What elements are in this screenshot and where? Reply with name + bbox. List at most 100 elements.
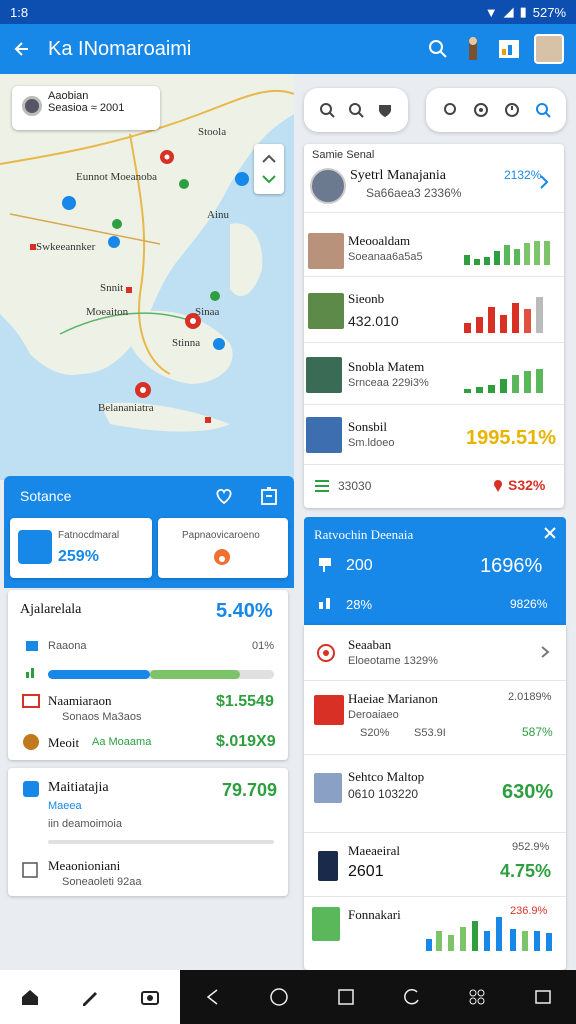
search-filter-pill[interactable] bbox=[304, 88, 408, 132]
summary-box[interactable]: Fatnocdmaral 259% bbox=[10, 518, 152, 578]
list-item-value: 2132% bbox=[504, 168, 542, 182]
map-pin-green[interactable] bbox=[179, 179, 189, 189]
back-arrow-icon[interactable] bbox=[12, 39, 32, 59]
close-icon[interactable] bbox=[544, 527, 556, 539]
edit-icon[interactable] bbox=[80, 987, 100, 1007]
row-subtitle: Aa Moaama bbox=[92, 736, 152, 748]
map-pin-blue[interactable] bbox=[108, 236, 120, 248]
map-pin-green[interactable] bbox=[210, 291, 220, 301]
chevron-right-icon[interactable] bbox=[540, 645, 550, 659]
back-icon[interactable] bbox=[204, 988, 222, 1006]
progress-fill bbox=[48, 670, 150, 679]
list-item-subtitle: Sm.ldoeo bbox=[348, 437, 395, 449]
plant-thumbnail bbox=[312, 907, 340, 941]
map-controls[interactable] bbox=[254, 144, 284, 194]
map-pin-blue[interactable] bbox=[62, 196, 76, 210]
flame-icon bbox=[213, 548, 231, 566]
list-item[interactable]: Seaaban Eloeotame 1329% bbox=[304, 625, 566, 680]
map-marker[interactable] bbox=[205, 417, 211, 423]
chevron-right-icon[interactable] bbox=[538, 174, 550, 190]
list-item[interactable]: Fonnakari 236.9% bbox=[304, 896, 566, 970]
figure-icon[interactable] bbox=[462, 36, 484, 62]
map-canvas bbox=[0, 74, 294, 432]
bottom-navigation bbox=[0, 970, 576, 1024]
list-item-value: 4.75% bbox=[500, 861, 552, 881]
search-icon[interactable] bbox=[348, 102, 364, 118]
sparkbar-chart bbox=[426, 917, 552, 951]
checkbox[interactable] bbox=[22, 862, 38, 878]
person-thumbnail bbox=[308, 233, 344, 269]
map-label: Snnit bbox=[100, 282, 124, 294]
list-item[interactable]: Maeaeiral 2601 952.9% 4.75% bbox=[304, 832, 566, 896]
profile-avatar[interactable] bbox=[534, 34, 564, 64]
shield-icon[interactable] bbox=[377, 102, 393, 118]
row-label: Naamiaraon bbox=[48, 693, 112, 708]
metric-card[interactable]: Ajalarelala 5.40% Raaona 01% Naamiaraon … bbox=[8, 590, 288, 760]
list-item[interactable]: Meooaldam Soeanaa6a5a5 bbox=[304, 212, 564, 276]
landmark-thumbnail bbox=[306, 417, 342, 453]
list-item-title: Snobla Matem bbox=[348, 359, 425, 374]
stats-icon bbox=[318, 597, 332, 609]
map-pin-red[interactable] bbox=[160, 150, 174, 164]
clock-icon[interactable] bbox=[504, 102, 520, 118]
list-item[interactable]: Snobla Matem Srnceaa 229i3% bbox=[304, 342, 564, 404]
wifi-icon: ▼ bbox=[484, 4, 498, 20]
home-icon[interactable] bbox=[20, 987, 40, 1007]
list-item[interactable]: Syetrl Manajania Sa66aea3 2336% 2132% bbox=[304, 162, 564, 212]
map-info-subtitle: Seasioa ≈ 2001 bbox=[48, 102, 125, 114]
search-icon[interactable] bbox=[319, 102, 335, 118]
coin-icon bbox=[22, 733, 40, 751]
detail-value: 1696% bbox=[480, 555, 543, 577]
summary-value: 259% bbox=[58, 548, 99, 565]
map-pin-blue[interactable] bbox=[213, 338, 225, 350]
apps-icon[interactable] bbox=[468, 988, 486, 1006]
list-item[interactable]: Sieonb 432.010 bbox=[304, 276, 564, 342]
rotate-icon[interactable] bbox=[403, 988, 421, 1006]
summary-label: Papnaovicaroeno bbox=[182, 530, 260, 541]
list-item-subtitle: S20% bbox=[360, 727, 390, 739]
list-item-title: Fonnakari bbox=[348, 907, 401, 922]
map-label: Swkeeannker bbox=[36, 241, 96, 253]
footer-right-value: S32% bbox=[508, 477, 546, 493]
progress-track bbox=[48, 670, 274, 679]
metric-card[interactable]: Maitiatajia 79.709 Maeea iin deamoimoia … bbox=[8, 768, 288, 896]
sparkbar-chart bbox=[464, 241, 550, 265]
search-icon[interactable] bbox=[535, 102, 551, 118]
list-item[interactable]: Sehtco Maltop 0610 103220 630% bbox=[304, 754, 566, 832]
list-item-subtitle: 2601 bbox=[348, 863, 384, 880]
building-thumbnail bbox=[306, 357, 342, 393]
map-pin-green[interactable] bbox=[112, 219, 122, 229]
search-icon[interactable] bbox=[428, 39, 448, 59]
chart-card-icon[interactable] bbox=[498, 39, 520, 59]
list-item-value: 630% bbox=[502, 781, 554, 803]
screenshot-icon[interactable] bbox=[534, 988, 552, 1006]
location-pin-icon bbox=[492, 479, 504, 493]
map-pin-blue[interactable] bbox=[235, 172, 249, 186]
battery-percent: 527% bbox=[532, 4, 566, 20]
recents-icon[interactable] bbox=[337, 988, 355, 1006]
figure-thumbnail bbox=[318, 851, 338, 881]
summary-box[interactable]: Papnaovicaroeno bbox=[158, 518, 288, 578]
heart-icon[interactable] bbox=[214, 486, 234, 506]
compass-icon bbox=[262, 154, 276, 163]
system-nav bbox=[180, 970, 576, 1024]
home-circle-icon[interactable] bbox=[269, 987, 289, 1007]
list-item[interactable]: Haeiae Marianon Deroaiaeo S20% S53.9I 2.… bbox=[304, 680, 566, 754]
map-pin-red[interactable] bbox=[135, 382, 151, 398]
location-icon[interactable] bbox=[442, 102, 458, 118]
map-view[interactable]: Stoola Eunnot Moeanoba Ainu Swkeeannker … bbox=[0, 74, 294, 480]
map-tools-pill[interactable] bbox=[426, 88, 566, 132]
clipboard-icon[interactable] bbox=[260, 486, 278, 506]
card-title: Ajalarelala bbox=[20, 602, 82, 617]
avatar bbox=[310, 168, 346, 204]
map-info-card[interactable]: Aaobian Seasioa ≈ 2001 bbox=[12, 86, 160, 130]
list-item[interactable]: Sonsbil Sm.ldoeo 1995.51% bbox=[304, 404, 564, 464]
app-title: Ka INomaroaimi bbox=[48, 37, 192, 60]
app-nav bbox=[0, 970, 180, 1024]
camera-icon[interactable] bbox=[140, 987, 160, 1007]
pin-icon bbox=[318, 557, 332, 573]
panel-title: Sotance bbox=[20, 488, 72, 504]
map-marker[interactable] bbox=[126, 287, 132, 293]
target-icon[interactable] bbox=[473, 102, 489, 118]
menu-icon[interactable] bbox=[314, 479, 330, 493]
